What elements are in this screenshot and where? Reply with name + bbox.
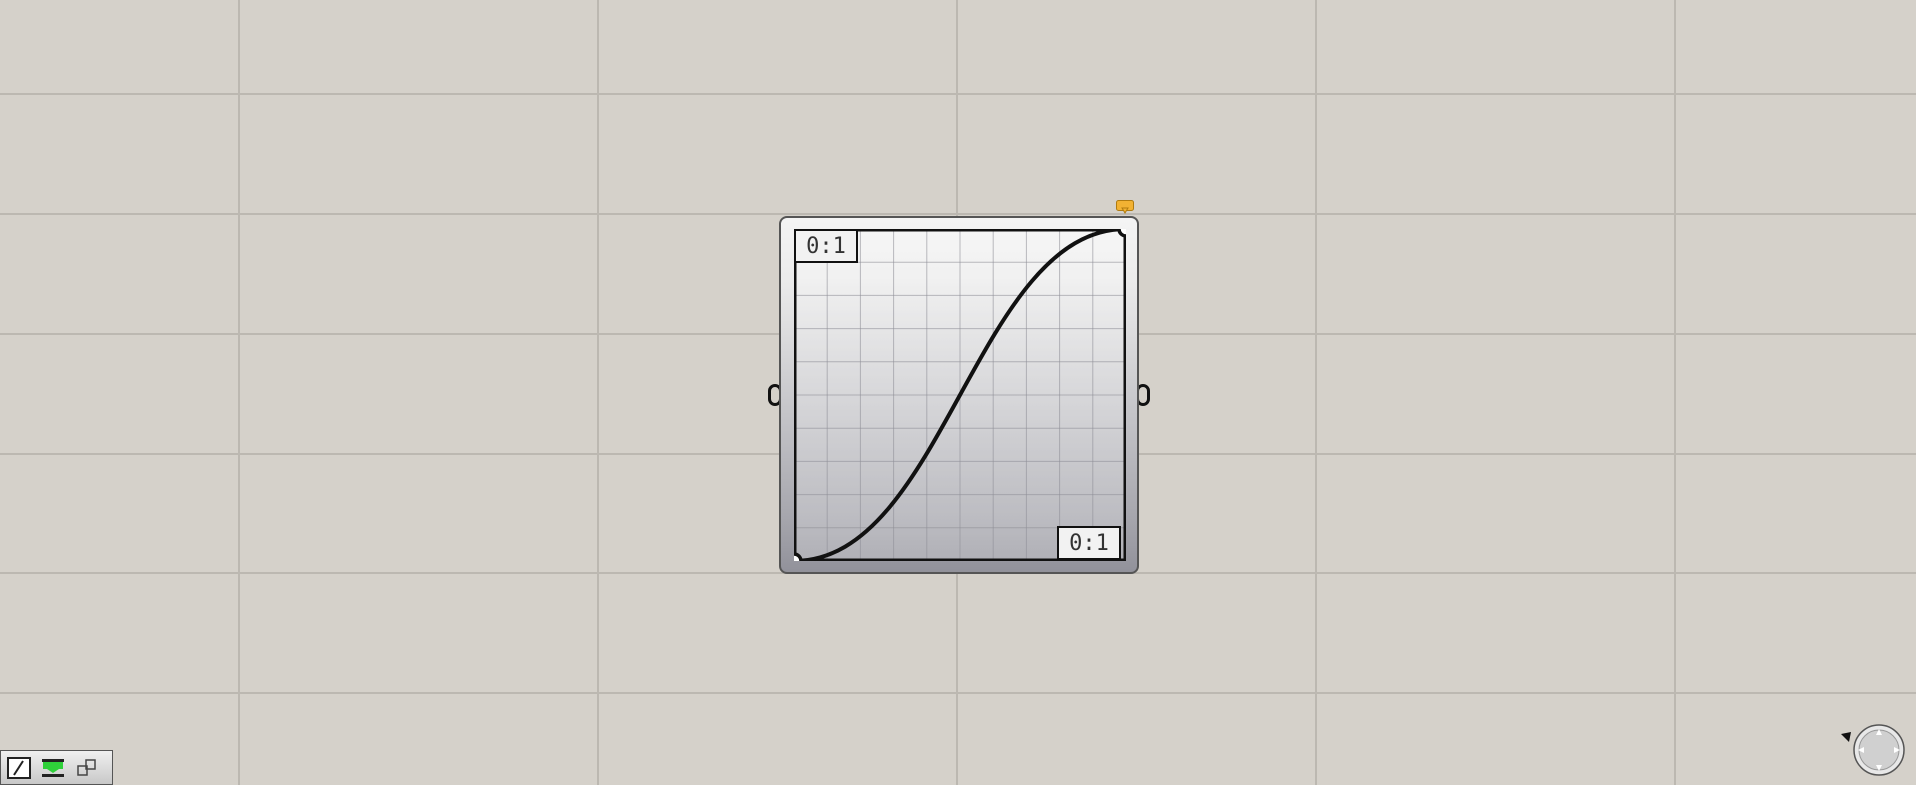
compass-icon[interactable] [1852,723,1906,777]
y-domain-label[interactable]: 0:1 [794,229,858,263]
curve-end-handle[interactable] [1117,229,1126,238]
cluster-icon [77,758,96,776]
cluster-button[interactable] [73,755,101,781]
preview-button[interactable] [39,755,67,781]
x-domain-label[interactable]: 0:1 [1057,526,1121,560]
canvas-toolbar [0,750,113,785]
graph-area[interactable] [794,229,1126,561]
curve-start-handle[interactable] [794,552,803,561]
grid-line [238,0,240,785]
grid-line [1315,0,1317,785]
preview-flag-icon[interactable] [1116,200,1134,214]
green-bar-icon [42,758,64,777]
sketch-button[interactable] [5,755,33,781]
grid-line [0,213,1916,215]
grid-line [597,0,599,785]
sketch-icon [7,756,31,779]
grid-line [0,93,1916,95]
grid-line [0,692,1916,694]
grid-line [1674,0,1676,785]
